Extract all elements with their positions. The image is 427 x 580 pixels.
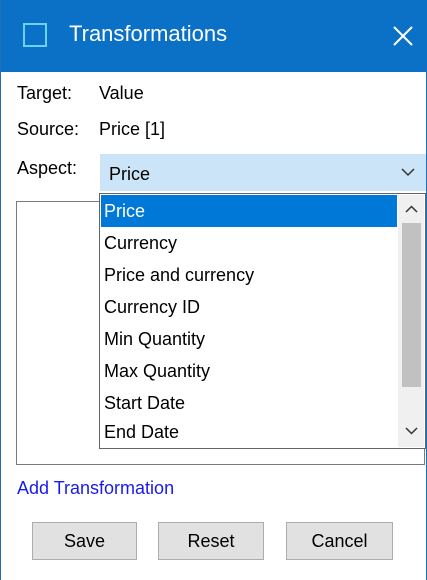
chevron-down-icon <box>401 168 415 177</box>
window-title: Transformations <box>69 21 228 46</box>
title-bar: Transformations <box>1 0 427 72</box>
aspect-option-end-date[interactable]: End Date <box>101 419 397 447</box>
scroll-up-button[interactable] <box>398 199 424 221</box>
add-transformation-link[interactable]: Add Transformation <box>17 477 174 499</box>
aspect-option-start-date[interactable]: Start Date <box>101 387 397 419</box>
close-button[interactable] <box>381 12 425 60</box>
transformations-window: Transformations Target: Value Source: Pr… <box>0 0 427 580</box>
dropdown-scrollbar[interactable] <box>398 195 424 447</box>
target-value: Value <box>99 83 144 103</box>
scroll-down-button[interactable] <box>398 421 424 443</box>
aspect-option-price-and-currency[interactable]: Price and currency <box>101 259 397 291</box>
aspect-option-currency-id[interactable]: Currency ID <box>101 291 397 323</box>
aspect-selected-value: Price <box>109 164 151 184</box>
aspect-option-min-quantity[interactable]: Min Quantity <box>101 323 397 355</box>
aspect-option-max-quantity[interactable]: Max Quantity <box>101 355 397 387</box>
reset-button[interactable]: Reset <box>158 522 264 560</box>
source-value: Price [1] <box>99 119 166 139</box>
source-label: Source: <box>17 119 80 139</box>
window-icon <box>23 23 47 47</box>
chevron-down-icon <box>405 427 418 435</box>
save-button[interactable]: Save <box>32 522 137 560</box>
aspect-option-currency[interactable]: Currency <box>101 227 397 259</box>
target-label: Target: <box>17 83 73 103</box>
aspect-dropdown-list[interactable]: Price Currency Price and currency Curren… <box>99 193 426 449</box>
close-icon <box>393 26 413 46</box>
aspect-select[interactable]: Price <box>100 154 426 191</box>
aspect-option-price[interactable]: Price <box>101 195 397 227</box>
chevron-up-icon <box>405 205 418 213</box>
cancel-button[interactable]: Cancel <box>286 522 393 560</box>
scroll-thumb[interactable] <box>402 223 421 387</box>
aspect-label: Aspect: <box>17 158 78 178</box>
